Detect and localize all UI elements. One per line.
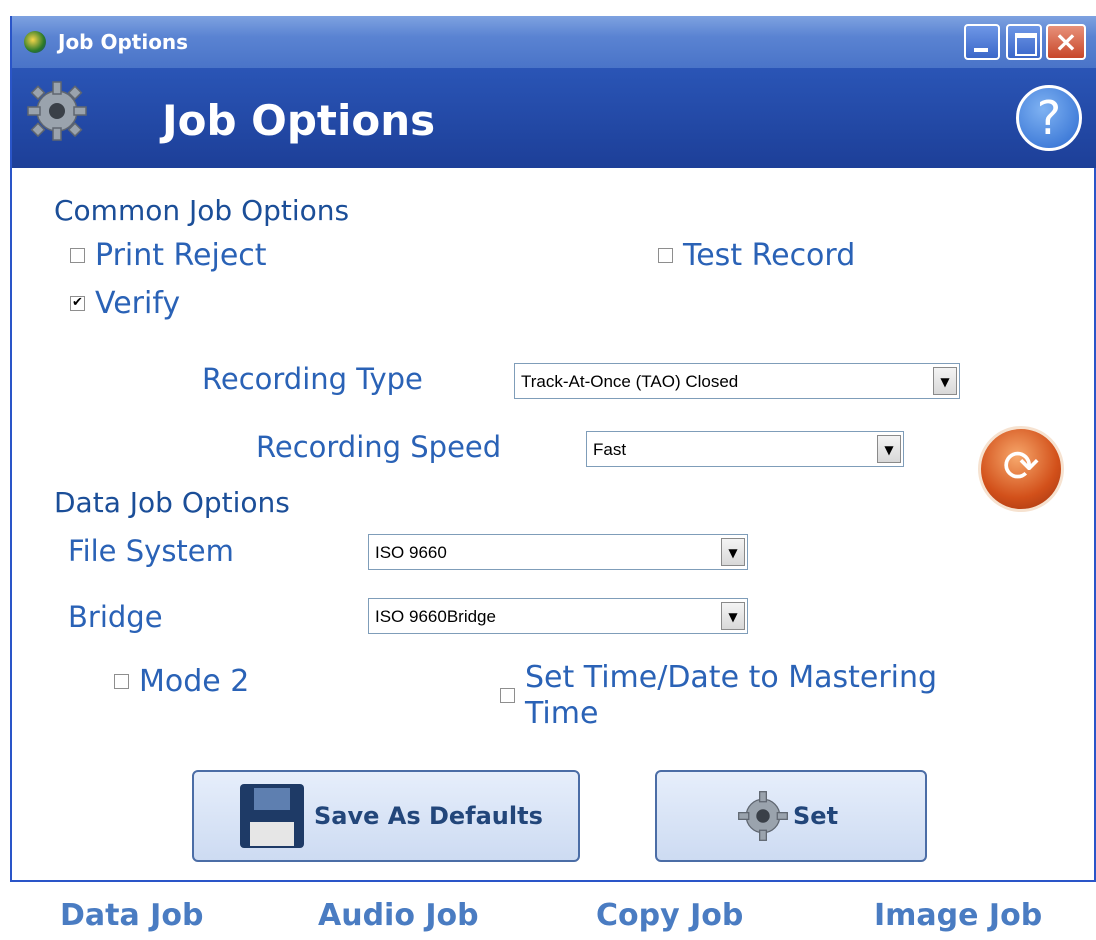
- gear-icon: [27, 81, 87, 141]
- checkbox-box[interactable]: [658, 248, 673, 263]
- chevron-down-icon[interactable]: ▼: [721, 602, 745, 630]
- set-time-label: Set Time/Date to Mastering Time: [525, 660, 937, 732]
- refresh-icon[interactable]: ⟳: [978, 426, 1064, 512]
- test-record-checkbox[interactable]: Test Record: [658, 238, 855, 274]
- job-options-window: Job Options × Job Options ? Common Job O…: [10, 16, 1096, 882]
- maximize-button[interactable]: [1006, 24, 1042, 60]
- tab-copy-job[interactable]: Copy Job: [596, 898, 743, 933]
- bridge-select[interactable]: ISO 9660Bridge ▼: [368, 598, 748, 634]
- recording-type-label: Recording Type: [202, 362, 423, 396]
- set-label: Set: [793, 802, 839, 830]
- file-system-select[interactable]: ISO 9660 ▼: [368, 534, 748, 570]
- checkbox-box[interactable]: [70, 248, 85, 263]
- set-button[interactable]: Set: [655, 770, 927, 862]
- test-record-label: Test Record: [683, 238, 856, 273]
- verify-checkbox[interactable]: ✔ Verify: [70, 286, 180, 322]
- chevron-down-icon[interactable]: ▼: [933, 367, 957, 395]
- bridge-label: Bridge: [68, 600, 163, 634]
- checkbox-box[interactable]: [114, 674, 129, 689]
- print-reject-checkbox[interactable]: Print Reject: [70, 238, 267, 274]
- set-time-label-line2: Time: [525, 696, 599, 731]
- checkbox-box[interactable]: [500, 688, 515, 703]
- recording-speed-value: Fast: [593, 440, 627, 459]
- chevron-down-icon[interactable]: ▼: [721, 538, 745, 566]
- chevron-down-icon[interactable]: ▼: [877, 435, 901, 463]
- file-system-label: File System: [68, 534, 234, 568]
- bridge-value: ISO 9660Bridge: [375, 607, 496, 626]
- gear-icon: [738, 791, 788, 841]
- close-button[interactable]: ×: [1046, 24, 1086, 60]
- tab-audio-job[interactable]: Audio Job: [318, 898, 479, 933]
- save-as-defaults-button[interactable]: Save As Defaults: [192, 770, 580, 862]
- set-time-checkbox[interactable]: Set Time/Date to Mastering Time: [500, 660, 937, 732]
- common-options-heading: Common Job Options: [54, 194, 350, 227]
- window-title: Job Options: [58, 30, 189, 54]
- recording-speed-label: Recording Speed: [256, 430, 502, 464]
- app-icon: [24, 31, 46, 53]
- data-options-heading: Data Job Options: [54, 486, 290, 519]
- tab-image-job[interactable]: Image Job: [874, 898, 1042, 933]
- page-title: Job Options: [162, 96, 436, 145]
- recording-type-value: Track-At-Once (TAO) Closed: [521, 372, 739, 391]
- verify-label: Verify: [95, 286, 181, 321]
- set-time-label-line1: Set Time/Date to Mastering: [525, 660, 938, 695]
- checkmark-icon[interactable]: ✔: [70, 296, 85, 311]
- mode2-checkbox[interactable]: Mode 2: [114, 664, 249, 700]
- title-bar[interactable]: Job Options ×: [12, 16, 1096, 68]
- recording-type-select[interactable]: Track-At-Once (TAO) Closed ▼: [514, 363, 960, 399]
- recording-speed-select[interactable]: Fast ▼: [586, 431, 904, 467]
- header-banner: Job Options ?: [12, 68, 1096, 168]
- help-icon[interactable]: ?: [1016, 85, 1082, 151]
- mode2-label: Mode 2: [139, 664, 250, 699]
- close-icon: ×: [1054, 25, 1078, 58]
- save-as-defaults-label: Save As Defaults: [314, 802, 543, 830]
- minimize-button[interactable]: [964, 24, 1000, 60]
- floppy-disk-icon: [240, 784, 304, 848]
- file-system-value: ISO 9660: [375, 543, 447, 562]
- tab-data-job[interactable]: Data Job: [60, 898, 203, 933]
- print-reject-label: Print Reject: [95, 238, 267, 273]
